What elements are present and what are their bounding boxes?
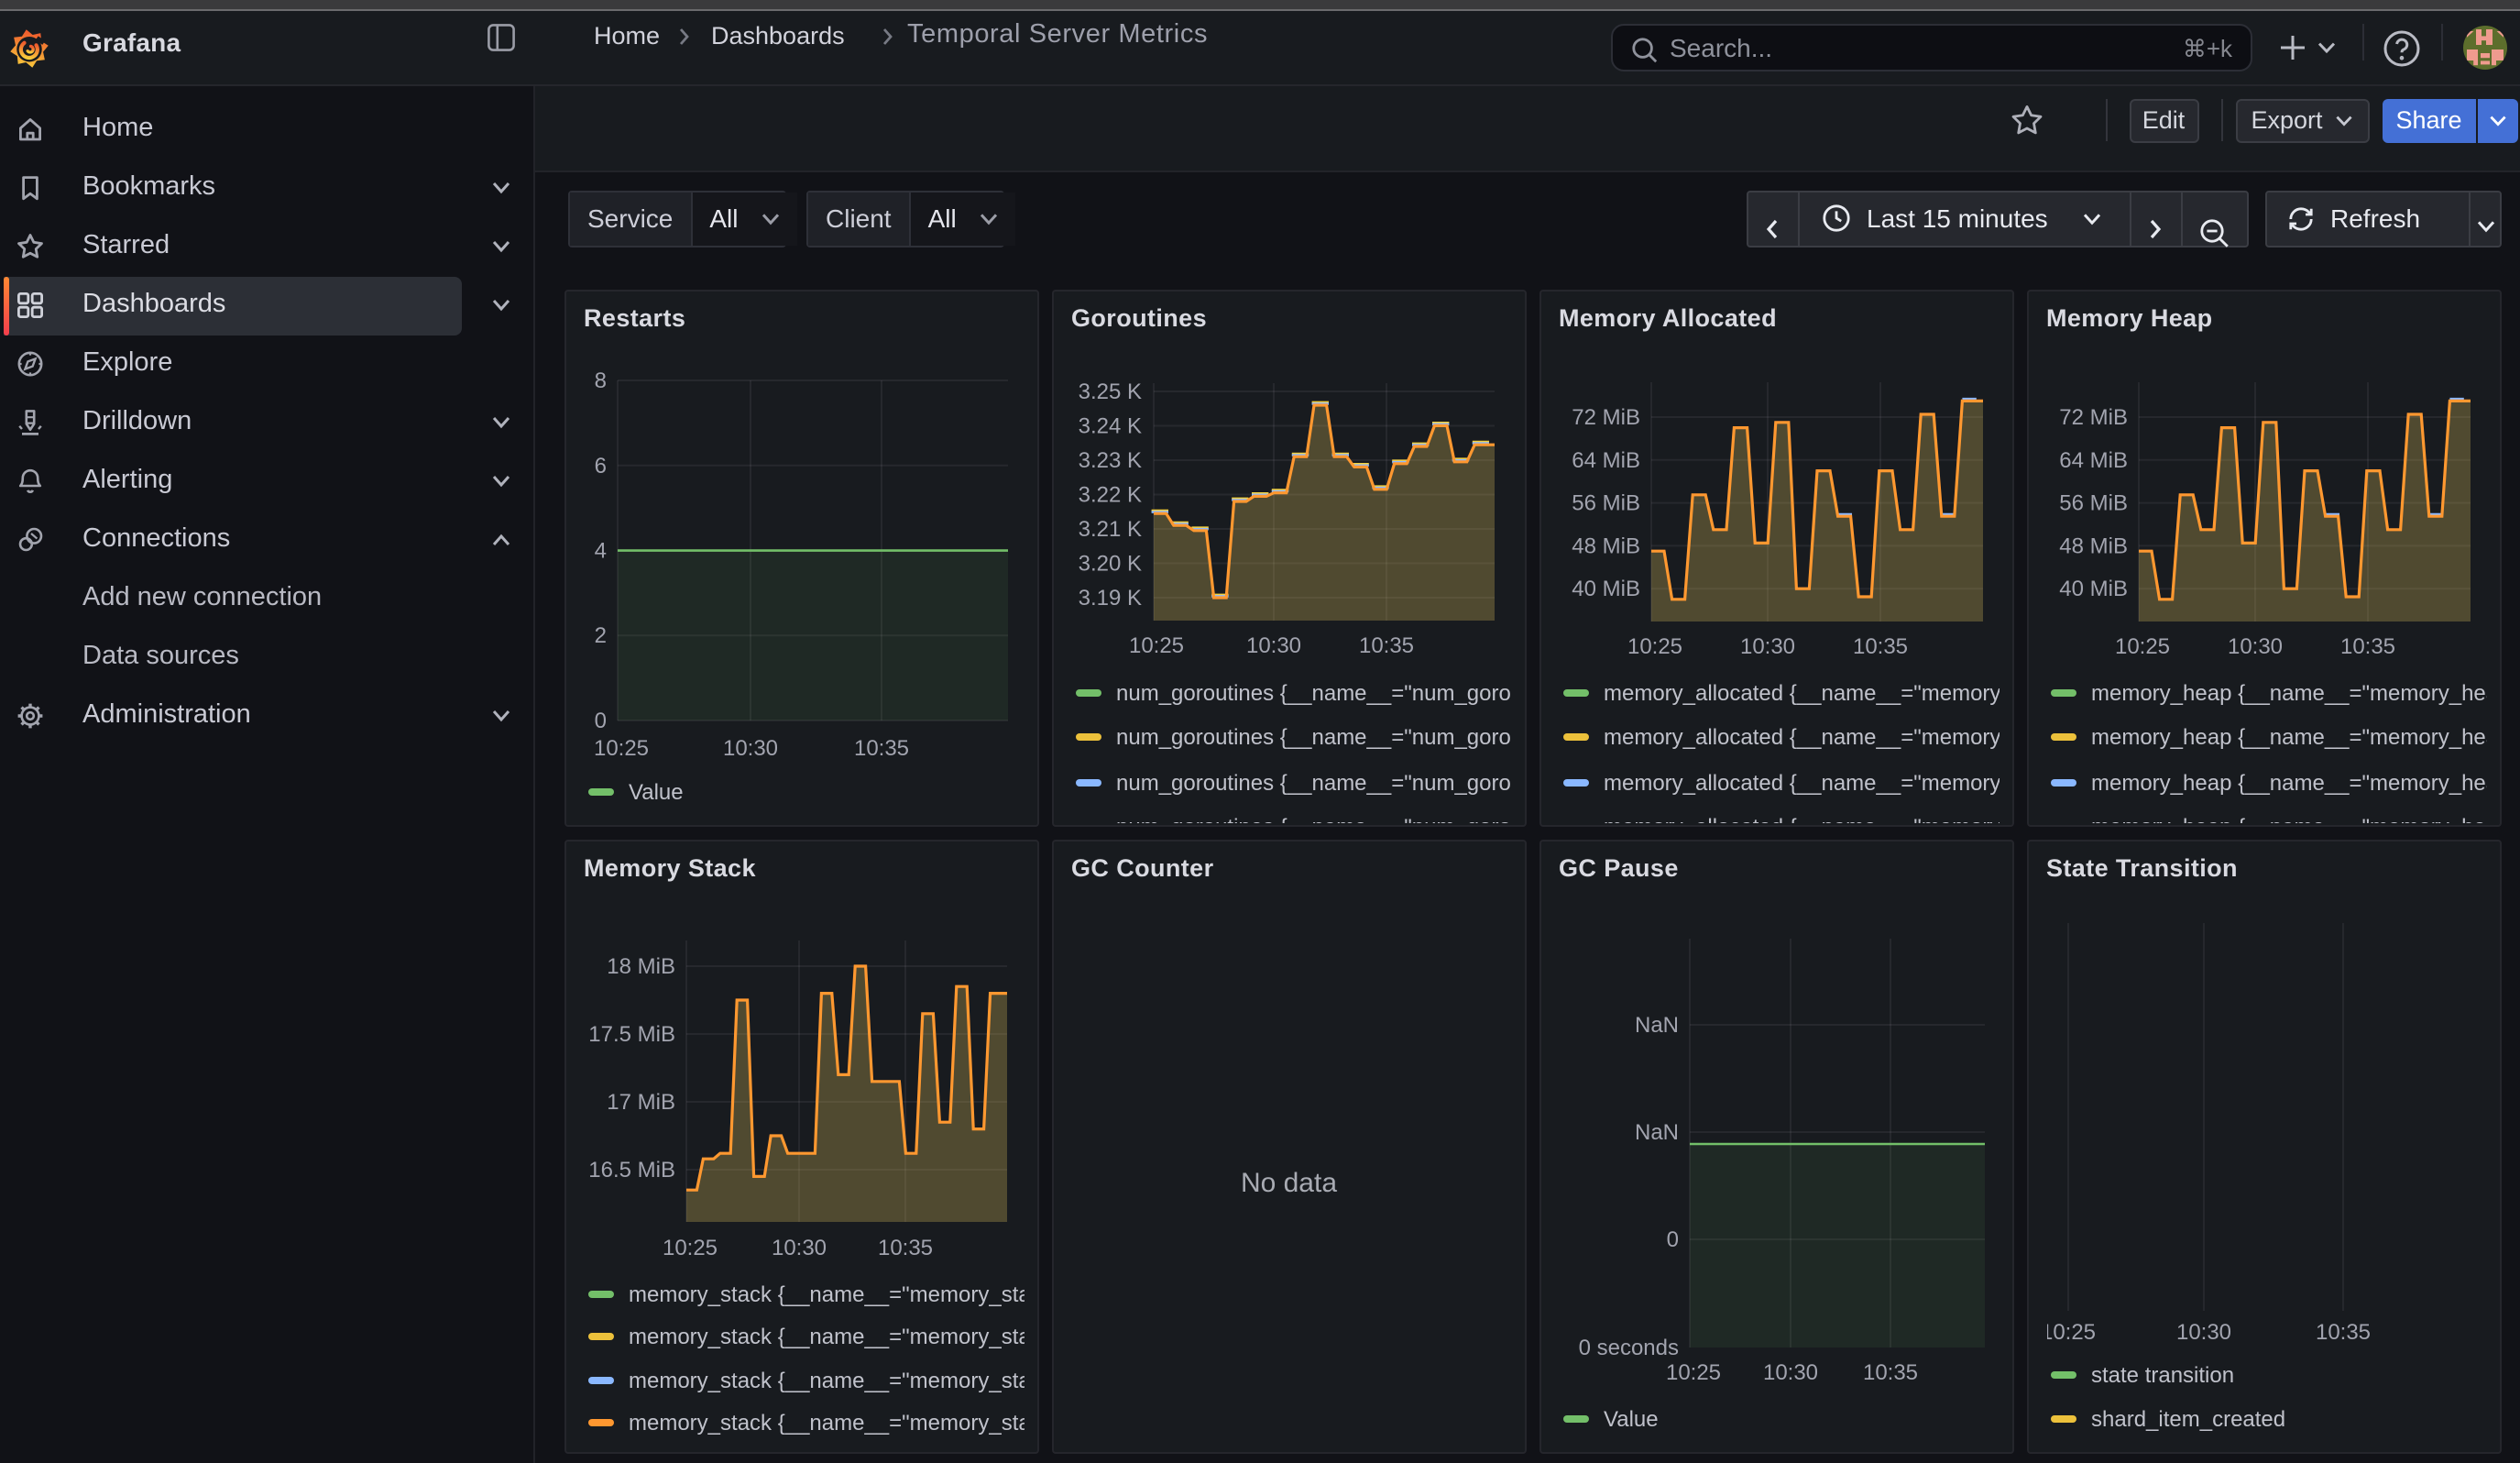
svg-text:56 MiB: 56 MiB xyxy=(2059,490,2128,515)
svg-text:4: 4 xyxy=(595,538,607,563)
svg-text:2: 2 xyxy=(595,622,607,647)
svg-text:18 MiB: 18 MiB xyxy=(607,954,675,979)
svg-text:40 MiB: 40 MiB xyxy=(2059,576,2128,600)
svg-text:10:35: 10:35 xyxy=(2340,633,2395,658)
svg-text:10:30: 10:30 xyxy=(2176,1320,2231,1345)
svg-text:8: 8 xyxy=(595,368,607,392)
svg-text:16.5 MiB: 16.5 MiB xyxy=(588,1158,675,1182)
svg-text:3.21 K: 3.21 K xyxy=(1079,516,1142,541)
svg-text:10:30: 10:30 xyxy=(1763,1360,1818,1385)
svg-text:3.25 K: 3.25 K xyxy=(1079,379,1142,403)
svg-text:72 MiB: 72 MiB xyxy=(1572,404,1640,429)
svg-text:6: 6 xyxy=(595,453,607,478)
svg-text:3.20 K: 3.20 K xyxy=(1079,551,1142,576)
svg-text:10:35: 10:35 xyxy=(2316,1320,2371,1345)
svg-text:17.5 MiB: 17.5 MiB xyxy=(588,1022,675,1047)
svg-text:0 seconds: 0 seconds xyxy=(1579,1336,1679,1360)
svg-text:10:30: 10:30 xyxy=(1740,633,1795,658)
svg-text:3.24 K: 3.24 K xyxy=(1079,413,1142,438)
svg-text:10:35: 10:35 xyxy=(854,735,909,760)
svg-text:NaN: NaN xyxy=(1635,1013,1679,1038)
svg-text:48 MiB: 48 MiB xyxy=(2059,533,2128,557)
svg-text:10:35: 10:35 xyxy=(1853,633,1908,658)
svg-text:10:25: 10:25 xyxy=(663,1236,718,1260)
svg-text:10:25: 10:25 xyxy=(1129,632,1184,657)
svg-text:64 MiB: 64 MiB xyxy=(1572,447,1640,472)
svg-text:10:25: 10:25 xyxy=(594,735,649,760)
svg-text:17 MiB: 17 MiB xyxy=(607,1090,675,1115)
svg-text:64 MiB: 64 MiB xyxy=(2059,447,2128,472)
svg-text:3.19 K: 3.19 K xyxy=(1079,585,1142,610)
svg-text:10:35: 10:35 xyxy=(1863,1360,1918,1385)
svg-text:0: 0 xyxy=(595,708,607,732)
svg-text:10:25: 10:25 xyxy=(2041,1320,2096,1345)
svg-text:72 MiB: 72 MiB xyxy=(2059,404,2128,429)
svg-text:48 MiB: 48 MiB xyxy=(1572,533,1640,557)
svg-text:40 MiB: 40 MiB xyxy=(1572,576,1640,600)
svg-text:56 MiB: 56 MiB xyxy=(1572,490,1640,515)
svg-text:NaN: NaN xyxy=(1635,1120,1679,1145)
svg-text:10:30: 10:30 xyxy=(723,735,778,760)
svg-text:10:25: 10:25 xyxy=(1627,633,1682,658)
svg-text:10:30: 10:30 xyxy=(1246,632,1301,657)
svg-text:10:35: 10:35 xyxy=(1359,632,1414,657)
svg-text:10:30: 10:30 xyxy=(772,1236,827,1260)
svg-text:10:35: 10:35 xyxy=(878,1236,933,1260)
svg-text:0: 0 xyxy=(1667,1227,1679,1252)
svg-text:3.22 K: 3.22 K xyxy=(1079,482,1142,507)
svg-text:3.23 K: 3.23 K xyxy=(1079,447,1142,472)
svg-text:10:25: 10:25 xyxy=(2115,633,2170,658)
svg-text:10:30: 10:30 xyxy=(2228,633,2283,658)
svg-text:10:25: 10:25 xyxy=(1666,1360,1721,1385)
